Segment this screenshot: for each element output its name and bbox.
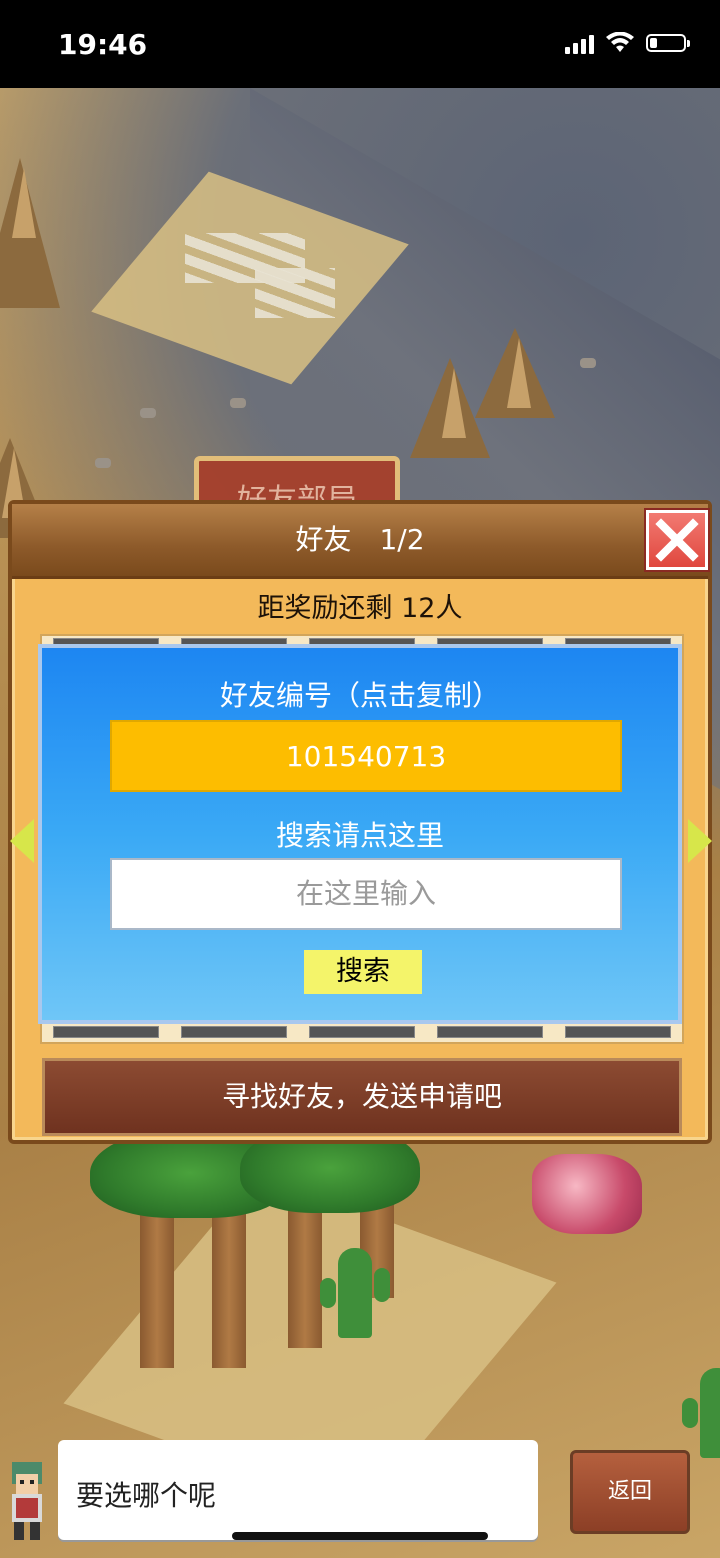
cactus bbox=[682, 1368, 720, 1458]
mountain bbox=[0, 158, 60, 308]
search-input[interactable]: 在这里输入 bbox=[110, 858, 622, 930]
dialog-box: 要选哪个呢 bbox=[58, 1440, 538, 1540]
search-button[interactable]: 搜索 bbox=[304, 950, 422, 994]
status-icons bbox=[565, 32, 690, 54]
rock bbox=[230, 398, 246, 408]
palm-trunk bbox=[212, 1198, 246, 1368]
wifi-icon bbox=[606, 32, 634, 52]
arrow-left-icon[interactable] bbox=[10, 819, 34, 863]
close-icon bbox=[655, 518, 699, 562]
signal-icon bbox=[565, 32, 594, 54]
friend-code-copy-button[interactable]: 101540713 bbox=[110, 720, 622, 792]
rock bbox=[580, 358, 596, 368]
rock bbox=[95, 458, 111, 468]
dialog-text: 要选哪个呢 bbox=[76, 1479, 217, 1512]
home-indicator[interactable] bbox=[232, 1532, 488, 1540]
popup-title: 好友编号（点击复制） bbox=[219, 679, 500, 712]
crystal-rock bbox=[532, 1154, 642, 1234]
battery-icon bbox=[646, 34, 690, 52]
back-button[interactable]: 返回 bbox=[570, 1450, 690, 1534]
mountain bbox=[475, 328, 555, 418]
find-friends-button[interactable]: 寻找好友，发送申请吧 bbox=[42, 1058, 682, 1136]
friend-slots-bottom bbox=[42, 1026, 682, 1040]
status-time: 19:46 bbox=[58, 28, 148, 61]
close-button[interactable] bbox=[646, 510, 708, 570]
reward-remaining-text: 距奖励还剩 12人 bbox=[257, 593, 463, 624]
panel-title: 好友 1/2 bbox=[12, 504, 708, 576]
friend-search-popup: 好友编号（点击复制） 101540713 搜索请点这里 在这里输入 搜索 bbox=[38, 644, 682, 1024]
search-hint: 搜索请点这里 bbox=[275, 819, 444, 852]
panel-page-indicator: 1/2 bbox=[379, 523, 425, 556]
character-avatar bbox=[12, 1462, 42, 1540]
rock bbox=[140, 408, 156, 418]
panel-title-text: 好友 bbox=[295, 523, 352, 556]
status-bar: 19:46 bbox=[0, 0, 720, 88]
arrow-right-icon[interactable] bbox=[688, 819, 712, 863]
cactus bbox=[320, 1248, 390, 1338]
panel-header: 好友 1/2 bbox=[12, 504, 708, 579]
bones-decoration bbox=[255, 268, 335, 318]
